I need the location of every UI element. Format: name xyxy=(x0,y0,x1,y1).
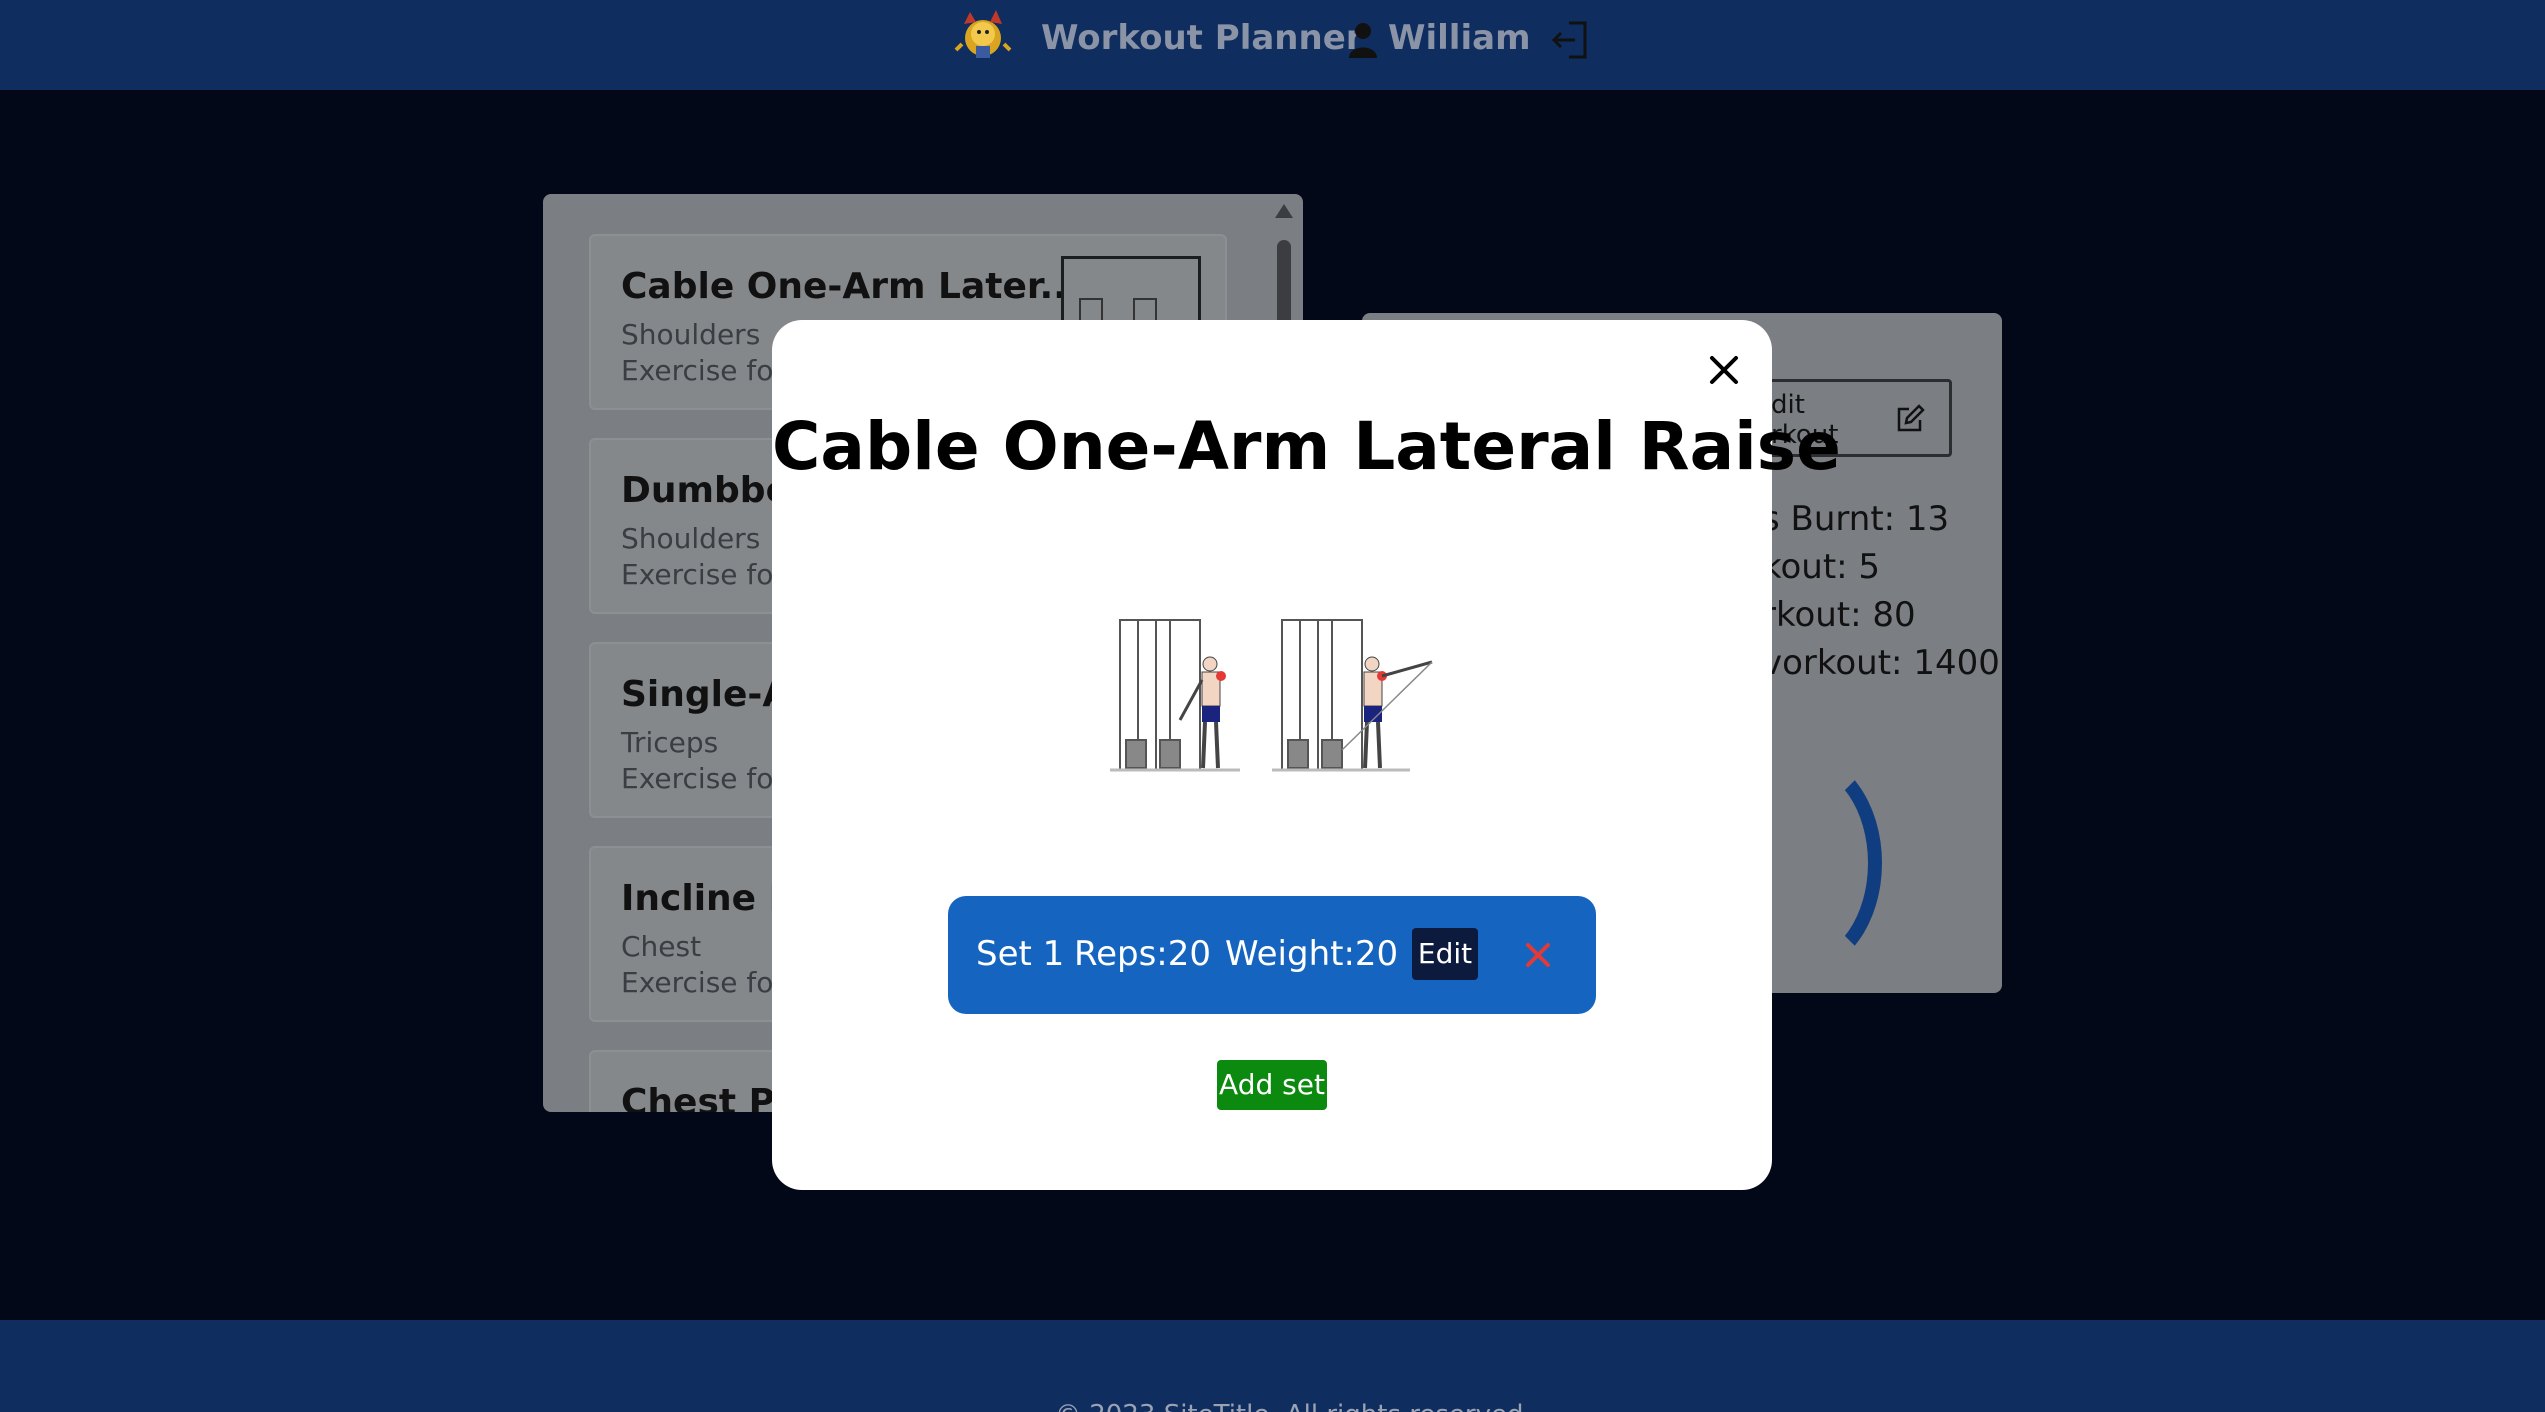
edit-set-button[interactable]: Edit xyxy=(1412,928,1478,980)
set-reps: Reps:20 xyxy=(1074,934,1212,974)
footer-text: © 2023 SiteTitle. All rights reserved. xyxy=(1055,1400,1532,1412)
exercise-title: Incline B xyxy=(621,878,797,919)
exercise-description: Exercise for xyxy=(621,354,785,387)
calories-burnt-stat: s Burnt: 13 xyxy=(1762,499,1950,539)
exercise-title: Chest Pr xyxy=(621,1082,793,1112)
modal-title: Cable One-Arm Lateral Raise xyxy=(772,408,1841,485)
reps-stat: rkout: 80 xyxy=(1762,595,1916,635)
exercise-muscle: Chest xyxy=(621,930,702,963)
set-weight: Weight:20 xyxy=(1225,934,1399,974)
exercise-description: Exercise for xyxy=(621,966,785,999)
logout-icon[interactable] xyxy=(1549,19,1591,61)
delete-set-icon[interactable] xyxy=(1523,940,1553,970)
set-number: Set 1 xyxy=(976,934,1065,974)
footer: © 2023 SiteTitle. All rights reserved. xyxy=(0,1320,2545,1412)
exercises-stat: kout: 5 xyxy=(1762,547,1881,587)
username[interactable]: William xyxy=(1388,18,1531,58)
exercise-muscle: Shoulders xyxy=(621,522,761,555)
cable-lateral-raise-illustration-icon xyxy=(1110,619,1433,772)
exercise-title: Single-A xyxy=(621,674,791,715)
weight-stat: vorkout: 1400 xyxy=(1762,643,2000,683)
close-icon[interactable] xyxy=(1706,352,1742,388)
exercise-muscle: Shoulders xyxy=(621,318,761,351)
exercise-modal: Cable One-Arm Lateral Raise Set 1 Reps:2… xyxy=(772,320,1841,1190)
set-row: Set 1 Reps:20 Weight:20 Edit xyxy=(948,896,1596,1014)
exercise-description: Exercise for xyxy=(621,762,785,795)
exercise-muscle: Triceps xyxy=(621,726,719,759)
exercise-title: Dumbbe xyxy=(621,470,790,511)
scroll-up-arrow-icon[interactable] xyxy=(1275,204,1293,218)
user-icon xyxy=(1349,23,1377,58)
edit-icon xyxy=(1897,404,1925,432)
mascot-logo-icon[interactable] xyxy=(950,4,1016,68)
exercise-description: Exercise for xyxy=(621,558,785,591)
top-navbar: Workout Planner William xyxy=(0,0,2545,90)
app-title[interactable]: Workout Planner xyxy=(1041,18,1363,58)
exercise-title: Cable One-Arm Later... xyxy=(621,266,1081,307)
add-set-button[interactable]: Add set xyxy=(1217,1060,1327,1110)
